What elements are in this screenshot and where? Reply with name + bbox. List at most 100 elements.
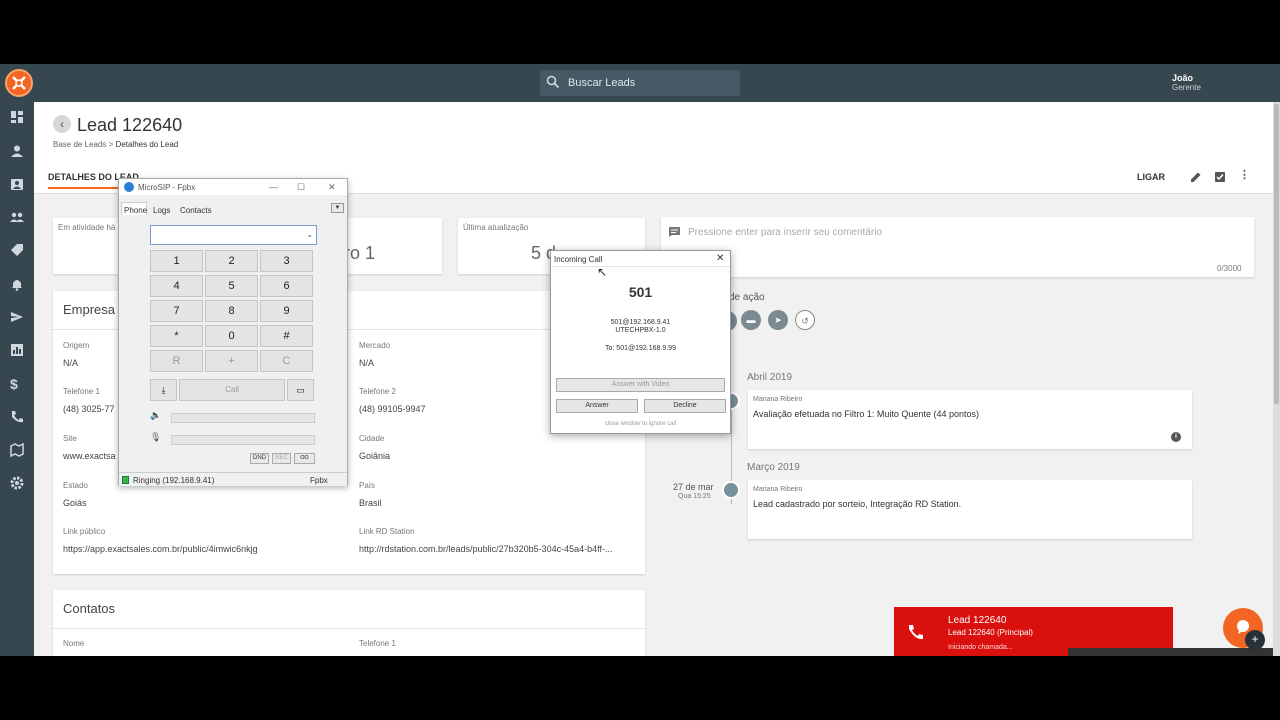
settings-gear-icon[interactable] [10, 476, 26, 492]
maximize-icon[interactable]: ☐ [297, 182, 305, 193]
ignore-hint: close window to ignore call [604, 421, 677, 427]
more-options-icon[interactable]: ⋮ [1239, 170, 1251, 182]
close-icon[interactable]: ✕ [716, 253, 724, 264]
bell-icon[interactable] [10, 277, 26, 293]
tag-icon[interactable] [10, 243, 26, 259]
key-2[interactable]: 2 [205, 250, 258, 272]
tel1-value[interactable]: (48) 3025-77 [63, 404, 115, 414]
key-plus[interactable]: + [205, 350, 258, 372]
activity-label: Em atividade há [58, 223, 116, 232]
breadcrumb-base-de-leads[interactable]: Base de Leads [53, 140, 106, 149]
transfer-icon[interactable]: ⤓ [150, 379, 177, 401]
timeline-sync-icon [722, 481, 740, 499]
incoming-call-titlebar[interactable]: Incoming Call ✕ [551, 251, 730, 267]
sidebar: $ [0, 102, 34, 656]
site-label: Site [63, 434, 77, 443]
dollar-icon[interactable]: $ [10, 376, 26, 392]
comment-input[interactable]: Pressione enter para inserir seu comentá… [688, 227, 882, 238]
chevron-down-icon[interactable]: ⌄ [306, 230, 313, 239]
link-publico-value[interactable]: https://app.exactsales.com.br/public/4im… [63, 544, 258, 554]
key-3[interactable]: 3 [260, 250, 313, 272]
contact-phone-header: Telefone 1 [359, 639, 396, 648]
actions-label: de ação [729, 292, 765, 303]
chart-icon[interactable] [10, 343, 26, 359]
app-logo[interactable] [5, 69, 33, 97]
key-4[interactable]: 4 [150, 275, 203, 297]
answer-button[interactable]: Answer [556, 399, 638, 413]
action-chat-icon[interactable]: ▬ [741, 310, 761, 330]
phone-ringing-icon [907, 623, 925, 646]
close-icon[interactable]: ✕ [328, 182, 336, 193]
timeline-event-2: Mariana Ribeiro Lead cadastrado por sort… [748, 480, 1192, 539]
search-icon [546, 75, 560, 92]
key-hash[interactable]: # [260, 325, 313, 347]
menu-dropdown-icon[interactable]: ▼ [331, 203, 344, 213]
add-plus-icon[interactable]: + [1245, 630, 1265, 650]
search-input[interactable]: Buscar Leads [568, 77, 635, 89]
action-send-icon[interactable]: ➤ [768, 310, 788, 330]
comment-box[interactable]: Pressione enter para inserir seu comentá… [661, 217, 1254, 277]
speaker-volume-slider[interactable] [171, 413, 315, 423]
tab-logs[interactable]: Logs [153, 206, 170, 215]
key-1[interactable]: 1 [150, 250, 203, 272]
cidade-label: Cidade [359, 434, 385, 443]
speaker-icon: 🔈 [150, 410, 162, 420]
tel2-label: Telefone 2 [359, 387, 396, 396]
site-link[interactable]: www.exactsa [63, 451, 116, 461]
voicemail-icon[interactable]: ᴼᴼ [294, 453, 315, 464]
contact-card-icon[interactable] [10, 177, 26, 193]
minimize-icon[interactable]: — [269, 182, 278, 192]
action-history-icon[interactable]: ↺ [795, 310, 815, 330]
key-8[interactable]: 8 [205, 300, 258, 322]
link-rd-value[interactable]: http://rdstation.com.br/leads/public/27b… [359, 544, 613, 554]
dnd-button[interactable]: DND [250, 453, 269, 464]
mercado-value: N/A [359, 358, 375, 368]
scrollbar-thumb[interactable] [1274, 104, 1279, 404]
rec-button[interactable]: REC [272, 453, 291, 464]
key-6[interactable]: 6 [260, 275, 313, 297]
cidade-value: Goiânia [359, 451, 391, 461]
key-7[interactable]: 7 [150, 300, 203, 322]
message-icon[interactable]: ▭ [287, 379, 314, 401]
send-icon[interactable] [10, 310, 26, 326]
user-name: João [1172, 73, 1194, 83]
user-menu[interactable]: João Gerente [1172, 73, 1201, 93]
dashboard-icon[interactable] [10, 110, 26, 126]
month-marco: Março 2019 [747, 462, 800, 473]
link-publico-label: Link público [63, 527, 106, 536]
decline-button[interactable]: Decline [644, 399, 726, 413]
dial-number-input[interactable]: ⌄ [150, 225, 317, 245]
info-icon[interactable]: i [1171, 432, 1181, 442]
breadcrumb: Base de Leads > Detalhes do Lead [53, 140, 178, 149]
bottom-dark-bar [1068, 648, 1273, 656]
edit-pencil-icon[interactable] [1190, 170, 1202, 182]
status-indicator-icon [122, 476, 129, 484]
mic-volume-slider[interactable] [171, 435, 315, 445]
estado-label: Estado [63, 481, 88, 490]
back-arrow-icon[interactable]: ‹ [53, 115, 71, 133]
checklist-icon[interactable] [1214, 170, 1226, 182]
comment-icon [668, 225, 681, 243]
key-0[interactable]: 0 [205, 325, 258, 347]
ligar-button[interactable]: LIGAR [1137, 172, 1165, 182]
account-name[interactable]: Fpbx [310, 476, 328, 485]
phone-icon[interactable] [10, 410, 26, 426]
key-5[interactable]: 5 [205, 275, 258, 297]
tab-phone[interactable]: Phone [124, 206, 147, 215]
key-c[interactable]: C [260, 350, 313, 372]
answer-with-video-button[interactable]: Answer with Video [556, 378, 725, 392]
map-icon[interactable] [10, 442, 26, 459]
call-status: Ringing (192.168.9.41) [133, 476, 215, 485]
key-star[interactable]: * [150, 325, 203, 347]
incoming-call-title: Incoming Call [554, 255, 603, 264]
key-9[interactable]: 9 [260, 300, 313, 322]
search-box[interactable]: Buscar Leads [540, 70, 740, 96]
key-r[interactable]: R [150, 350, 203, 372]
group-icon[interactable] [10, 210, 26, 226]
person-icon[interactable] [10, 144, 26, 160]
call-button[interactable]: Call [179, 379, 285, 401]
tel2-value[interactable]: (48) 99105-9947 [359, 404, 426, 414]
tab-contacts[interactable]: Contacts [180, 206, 212, 215]
microsip-titlebar[interactable]: MicroSIP - Fpbx — ☐ ✕ [119, 179, 347, 195]
timeline-event-1: Mariana Ribeiro Avaliação efetuada no Fi… [748, 390, 1192, 449]
